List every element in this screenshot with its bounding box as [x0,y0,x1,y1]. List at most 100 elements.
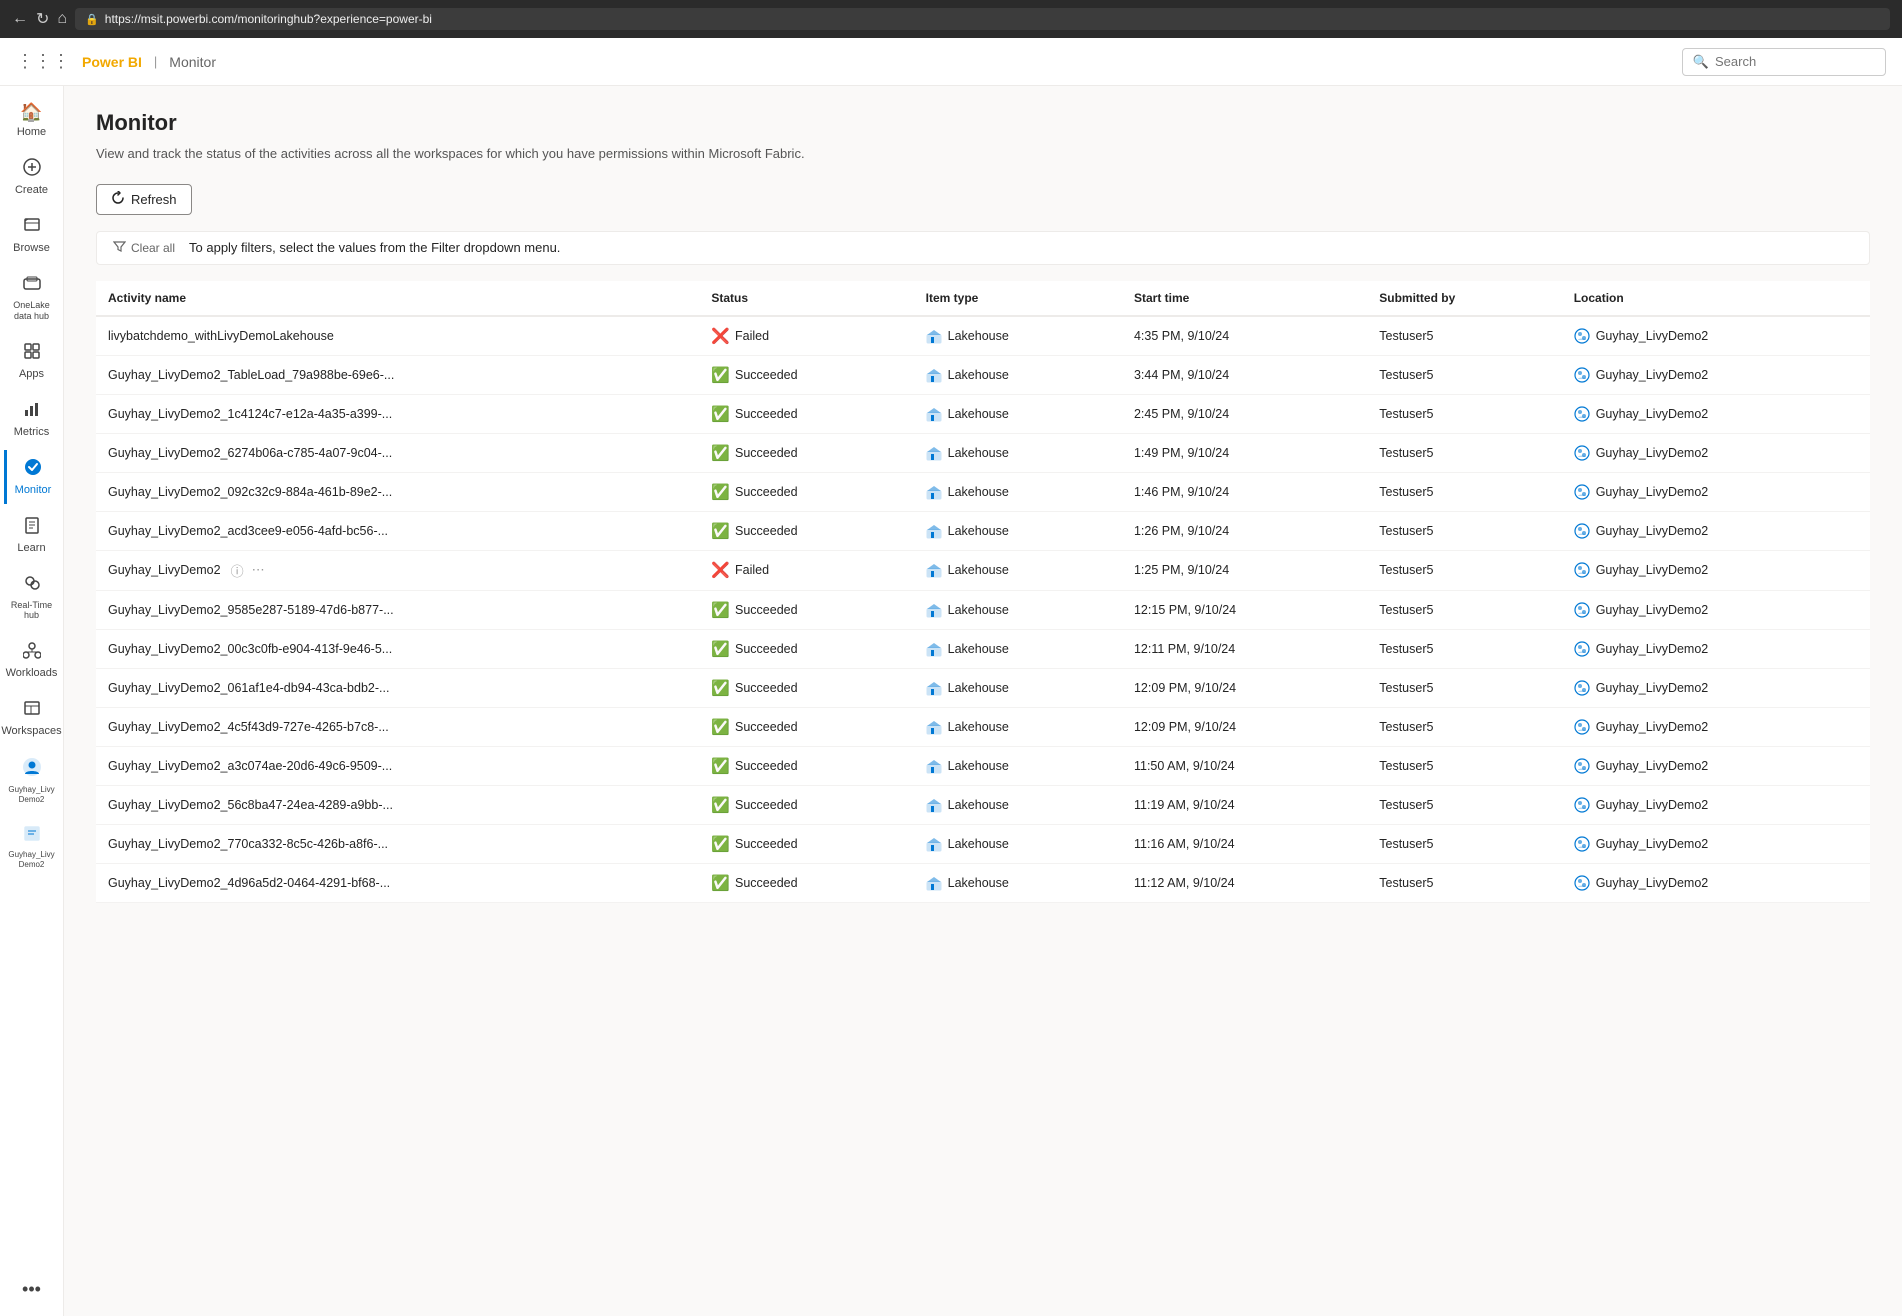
item-type-cell: Lakehouse [914,629,1122,668]
succeeded-status-icon: ✅ [711,835,730,853]
url-text: https://msit.powerbi.com/monitoringhub?e… [105,12,432,26]
sidebar-label-guyhay1: Guyhay_Livy Demo2 [8,785,56,804]
sidebar-label-workspaces: Workspaces [1,725,61,737]
home-button[interactable]: ⌂ [57,10,67,28]
succeeded-status-icon: ✅ [711,483,730,501]
top-nav: ⋮⋮⋮ Power BI | Monitor 🔍 [0,38,1902,86]
table-row: Guyhay_LivyDemo2_TableLoad_79a988be-69e6… [96,355,1870,394]
sidebar-item-realtime[interactable]: Real-Time hub [4,566,60,630]
search-icon: 🔍 [1693,54,1709,70]
submitted-by-text: Testuser5 [1379,407,1433,421]
activity-name: Guyhay_LivyDemo2_4d96a5d2-0464-4291-bf68… [108,876,390,890]
refresh-label: Refresh [131,192,177,207]
info-button[interactable]: ⓘ [231,561,244,580]
table-row: Guyhay_LivyDemo2_770ca332-8c5c-426b-a8f6… [96,824,1870,863]
more-options-button[interactable]: ⋯ [252,562,265,578]
sidebar-item-workspaces[interactable]: Workspaces [4,691,60,745]
succeeded-status-icon: ✅ [711,522,730,540]
location-cell: Guyhay_LivyDemo2 [1562,629,1870,668]
filter-icon [113,240,126,256]
breadcrumb-monitor[interactable]: Monitor [169,54,216,70]
status-badge: ✅ Succeeded [711,679,797,697]
start-time-text: 11:19 AM, 9/10/24 [1134,798,1235,812]
forward-button[interactable]: ↻ [36,9,49,29]
sidebar-item-learn[interactable]: Learn [4,508,60,562]
page-subtitle: View and track the status of the activit… [96,144,1870,164]
location-text: Guyhay_LivyDemo2 [1596,524,1709,538]
activity-name-cell: Guyhay_LivyDemo2_9585e287-5189-47d6-b877… [96,590,699,629]
start-time-cell: 2:45 PM, 9/10/24 [1122,394,1367,433]
location-cell: Guyhay_LivyDemo2 [1562,785,1870,824]
back-button[interactable]: ← [12,10,28,28]
item-type-text: Lakehouse [948,720,1009,734]
submitted-by-cell: Testuser5 [1367,629,1561,668]
filter-bar: Clear all To apply filters, select the v… [96,231,1870,265]
status-text: Succeeded [735,407,798,421]
activity-name-cell: Guyhay_LivyDemo2_092c32c9-884a-461b-89e2… [96,472,699,511]
sidebar-item-monitor[interactable]: Monitor [4,450,60,504]
activity-name: Guyhay_LivyDemo2_9585e287-5189-47d6-b877… [108,603,394,617]
status-text: Succeeded [735,368,798,382]
activity-name: Guyhay_LivyDemo2 [108,563,221,577]
sidebar-item-create[interactable]: Create [4,150,60,204]
submitted-by-text: Testuser5 [1379,876,1433,890]
status-text: Failed [735,329,769,343]
activity-name-cell: Guyhay_LivyDemo2_061af1e4-db94-43ca-bdb2… [96,668,699,707]
submitted-by-cell: Testuser5 [1367,863,1561,902]
status-cell: ✅ Succeeded [699,824,913,863]
item-type-cell: Lakehouse [914,824,1122,863]
item-type-text: Lakehouse [948,446,1009,460]
submitted-by-text: Testuser5 [1379,798,1433,812]
location-cell: Guyhay_LivyDemo2 [1562,472,1870,511]
activity-name: livybatchdemo_withLivyDemoLakehouse [108,329,334,343]
sidebar-item-workloads[interactable]: Workloads [4,633,60,687]
activity-name-cell: livybatchdemo_withLivyDemoLakehouse [96,316,699,356]
item-type-text: Lakehouse [948,485,1009,499]
item-type-cell: Lakehouse [914,433,1122,472]
more-icon: ••• [22,1279,41,1300]
location-cell: Guyhay_LivyDemo2 [1562,863,1870,902]
top-search[interactable]: 🔍 [1682,48,1886,76]
page-title: Monitor [96,110,1870,136]
status-text: Succeeded [735,876,798,890]
clear-all-button[interactable]: Clear all [109,238,179,258]
refresh-button[interactable]: Refresh [96,184,192,215]
sidebar-label-onelake: OneLake data hub [8,300,56,322]
location-text: Guyhay_LivyDemo2 [1596,407,1709,421]
location-cell: Guyhay_LivyDemo2 [1562,433,1870,472]
status-cell: ✅ Succeeded [699,355,913,394]
status-badge: ✅ Succeeded [711,444,797,462]
sidebar-item-onelake[interactable]: OneLake data hub [4,266,60,330]
status-cell: ✅ Succeeded [699,707,913,746]
activity-name-cell: Guyhay_LivyDemo2_4d96a5d2-0464-4291-bf68… [96,863,699,902]
location-text: Guyhay_LivyDemo2 [1596,485,1709,499]
succeeded-status-icon: ✅ [711,718,730,736]
search-input[interactable] [1715,54,1875,69]
item-type-cell: Lakehouse [914,511,1122,550]
brand-name[interactable]: Power BI [82,54,142,70]
activity-name: Guyhay_LivyDemo2_092c32c9-884a-461b-89e2… [108,485,392,499]
sidebar-item-browse[interactable]: Browse [4,208,60,262]
start-time-text: 12:15 PM, 9/10/24 [1134,603,1236,617]
item-type-text: Lakehouse [948,642,1009,656]
sidebar-item-guyhay2[interactable]: Guyhay_Livy Demo2 [4,816,60,877]
item-type-text: Lakehouse [948,876,1009,890]
sidebar-item-guyhay1[interactable]: Guyhay_Livy Demo2 [4,749,60,812]
start-time-cell: 11:16 AM, 9/10/24 [1122,824,1367,863]
status-badge: ✅ Succeeded [711,835,797,853]
sidebar-item-metrics[interactable]: Metrics [4,392,60,446]
submitted-by-text: Testuser5 [1379,720,1433,734]
start-time-cell: 11:50 AM, 9/10/24 [1122,746,1367,785]
onelake-icon [23,274,41,297]
start-time-cell: 1:49 PM, 9/10/24 [1122,433,1367,472]
item-type-text: Lakehouse [948,837,1009,851]
location-cell: Guyhay_LivyDemo2 [1562,707,1870,746]
sidebar-item-more[interactable]: ••• [4,1271,60,1308]
col-submitted-by: Submitted by [1367,281,1561,316]
status-cell: ❌ Failed [699,316,913,356]
grid-icon[interactable]: ⋮⋮⋮ [16,51,70,72]
activity-name-cell: Guyhay_LivyDemo2 ⓘ ⋯ [96,550,699,590]
activity-name: Guyhay_LivyDemo2_1c4124c7-e12a-4a35-a399… [108,407,392,421]
sidebar-item-home[interactable]: 🏠 Home [4,94,60,146]
sidebar-item-apps[interactable]: Apps [4,334,60,388]
